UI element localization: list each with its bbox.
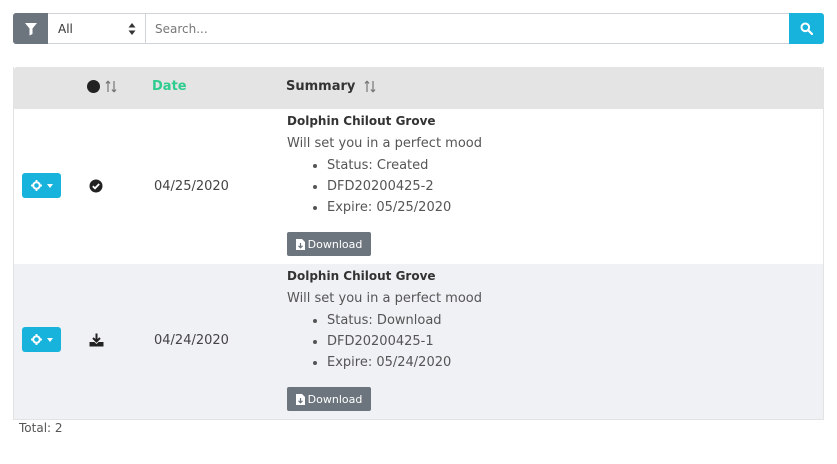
caret-down-icon xyxy=(46,337,53,342)
status-detail: Status: Download xyxy=(327,310,787,331)
caret-down-icon xyxy=(46,183,53,188)
gear-icon xyxy=(30,180,42,191)
search-input[interactable] xyxy=(146,13,789,44)
expire-detail: Expire: 05/24/2020 xyxy=(327,352,787,373)
date-cell: 04/24/2020 xyxy=(154,333,229,348)
item-title: Dolphin Chilout Grove xyxy=(287,114,436,128)
date-cell: 04/25/2020 xyxy=(154,179,229,194)
summary-column-header[interactable]: Summary xyxy=(286,79,376,94)
order-id-detail: DFD20200425-1 xyxy=(327,331,787,352)
search-button[interactable] xyxy=(789,13,824,44)
table-row: 04/25/2020 Dolphin Chilout Grove Will se… xyxy=(14,109,823,264)
date-column-header[interactable]: Date xyxy=(152,79,187,94)
row-actions-button[interactable] xyxy=(22,327,61,352)
gear-icon xyxy=(30,334,42,345)
row-actions-button[interactable] xyxy=(22,173,61,198)
status-detail: Status: Created xyxy=(327,155,787,176)
file-download-icon xyxy=(295,238,305,250)
filter-icon xyxy=(24,22,37,35)
filter-select[interactable]: All xyxy=(48,13,146,44)
item-details: Status: Download DFD20200425-1 Expire: 0… xyxy=(327,310,787,373)
search-icon xyxy=(800,22,813,35)
check-circle-icon xyxy=(89,179,103,193)
item-description: Will set you in a perfect mood xyxy=(287,136,483,151)
item-title: Dolphin Chilout Grove xyxy=(287,269,436,283)
item-details: Status: Created DFD20200425-2 Expire: 05… xyxy=(327,155,787,218)
item-description: Will set you in a perfect mood xyxy=(287,291,483,306)
sort-icon xyxy=(105,80,117,93)
filter-button[interactable] xyxy=(13,13,48,44)
download-button[interactable]: Download xyxy=(287,387,371,411)
download-label: Download xyxy=(307,392,363,406)
summary-header-label: Summary xyxy=(286,79,356,94)
summary-cell: Dolphin Chilout Grove Will set you in a … xyxy=(287,113,787,256)
toolbar: All xyxy=(13,13,824,44)
expire-detail: Expire: 05/25/2020 xyxy=(327,197,787,218)
status-dot-icon xyxy=(87,80,100,93)
summary-cell: Dolphin Chilout Grove Will set you in a … xyxy=(287,268,787,411)
table-row: 04/24/2020 Dolphin Chilout Grove Will se… xyxy=(14,264,823,419)
status-column-header[interactable] xyxy=(87,80,117,93)
total-count: Total: 2 xyxy=(19,421,63,435)
orders-table: Date Summary 04/25/2020 Dolphin Chilout … xyxy=(13,67,824,420)
sort-icon xyxy=(364,80,376,93)
filter-select-value: All xyxy=(58,21,73,36)
download-tray-icon xyxy=(89,333,104,347)
file-download-icon xyxy=(295,393,305,405)
select-arrows-icon xyxy=(128,23,136,35)
download-button[interactable]: Download xyxy=(287,232,371,256)
order-id-detail: DFD20200425-2 xyxy=(327,176,787,197)
download-label: Download xyxy=(307,237,363,251)
table-header: Date Summary xyxy=(14,67,823,109)
